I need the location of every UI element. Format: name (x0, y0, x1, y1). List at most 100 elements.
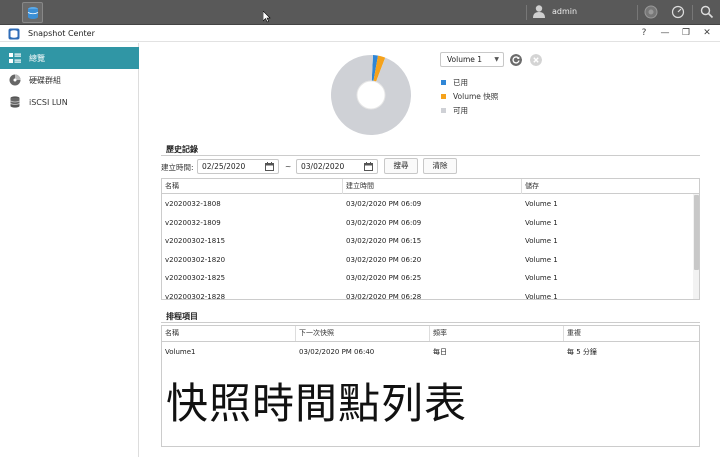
legend-label: 已用 (453, 77, 468, 87)
table-cell: Volume 1 (525, 292, 558, 300)
section-divider (161, 322, 700, 323)
column-header-name[interactable]: 名稱 (162, 326, 296, 341)
storage-app-button[interactable] (22, 2, 43, 23)
history-section-title: 歷史記錄 (166, 145, 198, 154)
date-range-separator: ~ (285, 162, 292, 171)
help-button[interactable]: ? (638, 27, 650, 39)
volume-select-value: Volume 1 (447, 55, 483, 64)
donut-hole (356, 80, 386, 110)
schedule-section-title: 排程項目 (166, 312, 198, 321)
delete-button[interactable] (530, 54, 542, 66)
history-table: 名稱 建立時間 儲存 v2020032-1808 03/02/2020 PM 06… (161, 178, 700, 300)
table-header: 名稱 建立時間 儲存 (162, 179, 699, 194)
table-row[interactable]: v20200302-1815 03/02/2020 PM 06:15 Volume … (162, 232, 693, 251)
scrollbar-thumb[interactable] (694, 195, 699, 270)
table-cell: 每日 (433, 348, 447, 356)
system-taskbar: admin (0, 0, 720, 25)
table-cell: v20200302-1825 (165, 274, 226, 282)
column-header-storage[interactable]: 儲存 (522, 179, 692, 194)
column-header-name[interactable]: 名稱 (162, 179, 343, 194)
table-cell: 03/02/2020 PM 06:28 (346, 292, 422, 300)
taskbar-separator (637, 5, 638, 20)
table-cell: 03/02/2020 PM 06:20 (346, 255, 422, 264)
table-cell: Volume 1 (525, 237, 558, 245)
clear-button[interactable]: 清除 (423, 158, 457, 174)
table-cell: v2020032-1808 (165, 200, 221, 208)
dashboard-gauge-icon[interactable] (670, 4, 686, 20)
column-header-frequency[interactable]: 頻率 (430, 326, 564, 341)
sidebar-item-disk-group[interactable]: 硬碟群組 (0, 69, 139, 91)
sidebar-item-label: 總覽 (29, 53, 45, 63)
taskbar-separator (526, 5, 527, 20)
refresh-button[interactable] (510, 54, 522, 66)
chevron-down-icon: ▼ (494, 56, 499, 63)
date-to-field[interactable]: 03/02/2020 (296, 159, 378, 174)
date-from-value: 02/25/2020 (202, 162, 246, 171)
table-cell: Volume 1 (525, 255, 558, 264)
user-menu[interactable]: admin (532, 4, 577, 18)
table-cell: v20200302-1815 (165, 237, 226, 245)
close-button[interactable]: ✕ (701, 27, 713, 39)
legend-swatch (441, 93, 446, 99)
table-cell: v2020032-1809 (165, 218, 221, 227)
sidebar-item-overview[interactable]: 總覽 (0, 47, 139, 69)
created-time-label: 建立時間: (161, 163, 194, 172)
sidebar-item-iscsi-lun[interactable]: iSCSI LUN (0, 91, 139, 113)
table-cell: Volume 1 (525, 218, 558, 227)
snapshot-center-app-icon (8, 28, 20, 40)
notification-icon[interactable] (643, 4, 659, 20)
scrollbar[interactable] (693, 194, 699, 299)
date-from-field[interactable]: 02/25/2020 (197, 159, 279, 174)
legend-item-used: 已用 (441, 75, 498, 89)
search-button[interactable]: 搜尋 (384, 158, 418, 174)
sidebar-item-label: iSCSI LUN (29, 97, 68, 107)
disk-group-icon (9, 74, 21, 86)
taskbar-separator (692, 5, 693, 20)
column-header-created[interactable]: 建立時間 (343, 179, 522, 194)
search-icon[interactable] (699, 4, 715, 20)
table-header: 名稱 下一次快照 頻率 重複 (162, 326, 699, 342)
table-cell: 每 5 分鐘 (567, 348, 597, 356)
mouse-cursor-icon (263, 11, 271, 23)
column-header-repeat[interactable]: 重複 (564, 326, 699, 341)
section-divider (161, 155, 700, 156)
user-avatar-icon (533, 5, 545, 18)
legend-label: 可用 (453, 105, 468, 115)
minimize-button[interactable]: — (659, 27, 671, 39)
table-row[interactable]: Volume1 03/02/2020 PM 06:40 每日 每 5 分鐘 (162, 343, 699, 362)
table-row[interactable]: v2020032-1808 03/02/2020 PM 06:09 Volume 1 (162, 195, 693, 214)
volume-select[interactable]: Volume 1 ▼ (440, 52, 504, 67)
restore-button[interactable]: ❐ (680, 27, 692, 39)
date-to-value: 03/02/2020 (301, 162, 345, 171)
column-header-next-snapshot[interactable]: 下一次快照 (296, 326, 430, 341)
table-row[interactable]: v20200302-1828 03/02/2020 PM 06:28 Volume … (162, 288, 693, 300)
calendar-icon[interactable] (364, 162, 373, 171)
calendar-icon[interactable] (265, 162, 274, 171)
table-cell: Volume 1 (525, 200, 558, 208)
table-cell: Volume1 (165, 348, 196, 356)
user-name: admin (552, 6, 578, 16)
table-cell: 03/02/2020 PM 06:15 (346, 237, 422, 245)
table-cell: 03/02/2020 PM 06:09 (346, 200, 422, 208)
table-cell: Volume 1 (525, 274, 558, 282)
overlay-caption: 快照時間點列表 (166, 379, 468, 428)
table-cell: 03/02/2020 PM 06:09 (346, 218, 422, 227)
iscsi-lun-icon (9, 96, 21, 108)
window-title: Snapshot Center (28, 29, 95, 38)
table-row[interactable]: v2020032-1809 03/02/2020 PM 06:09 Volume 1 (162, 214, 693, 233)
legend-item-free: 可用 (441, 103, 498, 117)
overview-icon (9, 52, 21, 64)
volume-usage-donut-chart (331, 55, 411, 135)
table-cell: 03/02/2020 PM 06:40 (299, 348, 375, 356)
legend-item-snapshot: Volume 快照 (441, 89, 498, 103)
legend-swatch (441, 107, 446, 113)
table-row[interactable]: v20200302-1820 03/02/2020 PM 06:20 Volume … (162, 251, 693, 270)
table-cell: v20200302-1828 (165, 292, 226, 300)
sidebar: 總覽 硬碟群組 iSCSI LUN (0, 43, 139, 457)
table-row[interactable]: v20200302-1825 03/02/2020 PM 06:25 Volume … (162, 269, 693, 288)
legend-label: Volume 快照 (453, 91, 499, 101)
sidebar-item-label: 硬碟群組 (29, 75, 61, 85)
window-titlebar: Snapshot Center ? — ❐ ✕ (0, 25, 720, 42)
usage-legend: 已用 Volume 快照 可用 (441, 75, 498, 117)
storage-db-icon (27, 6, 38, 19)
